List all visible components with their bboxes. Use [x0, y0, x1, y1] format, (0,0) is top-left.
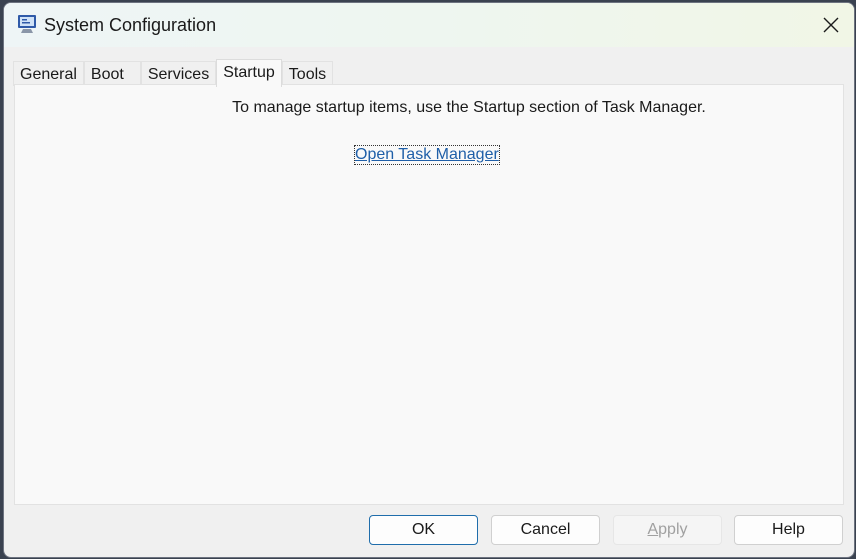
tab-boot[interactable]: Boot: [83, 61, 141, 86]
tab-services[interactable]: Services: [140, 61, 217, 86]
apply-label: pply: [658, 521, 688, 538]
apply-button[interactable]: Apply: [613, 515, 722, 545]
tab-startup[interactable]: Startup: [216, 59, 282, 87]
close-icon: [823, 17, 839, 33]
apply-accelerator: A: [647, 521, 659, 538]
window-title: System Configuration: [44, 15, 217, 35]
help-button[interactable]: Help: [734, 515, 843, 545]
cancel-button[interactable]: Cancel: [491, 515, 600, 545]
tab-strip: General Boot Services Startup Tools: [13, 59, 334, 87]
title-bar[interactable]: System Configuration: [4, 3, 854, 47]
ok-button[interactable]: OK: [369, 515, 478, 545]
tab-tools[interactable]: Tools: [281, 61, 334, 86]
startup-message: To manage startup items, use the Startup…: [232, 99, 706, 116]
system-configuration-window: System Configuration General Boot Servic…: [3, 2, 855, 558]
msconfig-computer-icon: [18, 15, 36, 33]
close-button[interactable]: [808, 3, 854, 47]
tab-general[interactable]: General: [13, 61, 84, 86]
open-task-manager-link[interactable]: Open Task Manager: [354, 145, 500, 165]
startup-panel: To manage startup items, use the Startup…: [14, 84, 844, 505]
